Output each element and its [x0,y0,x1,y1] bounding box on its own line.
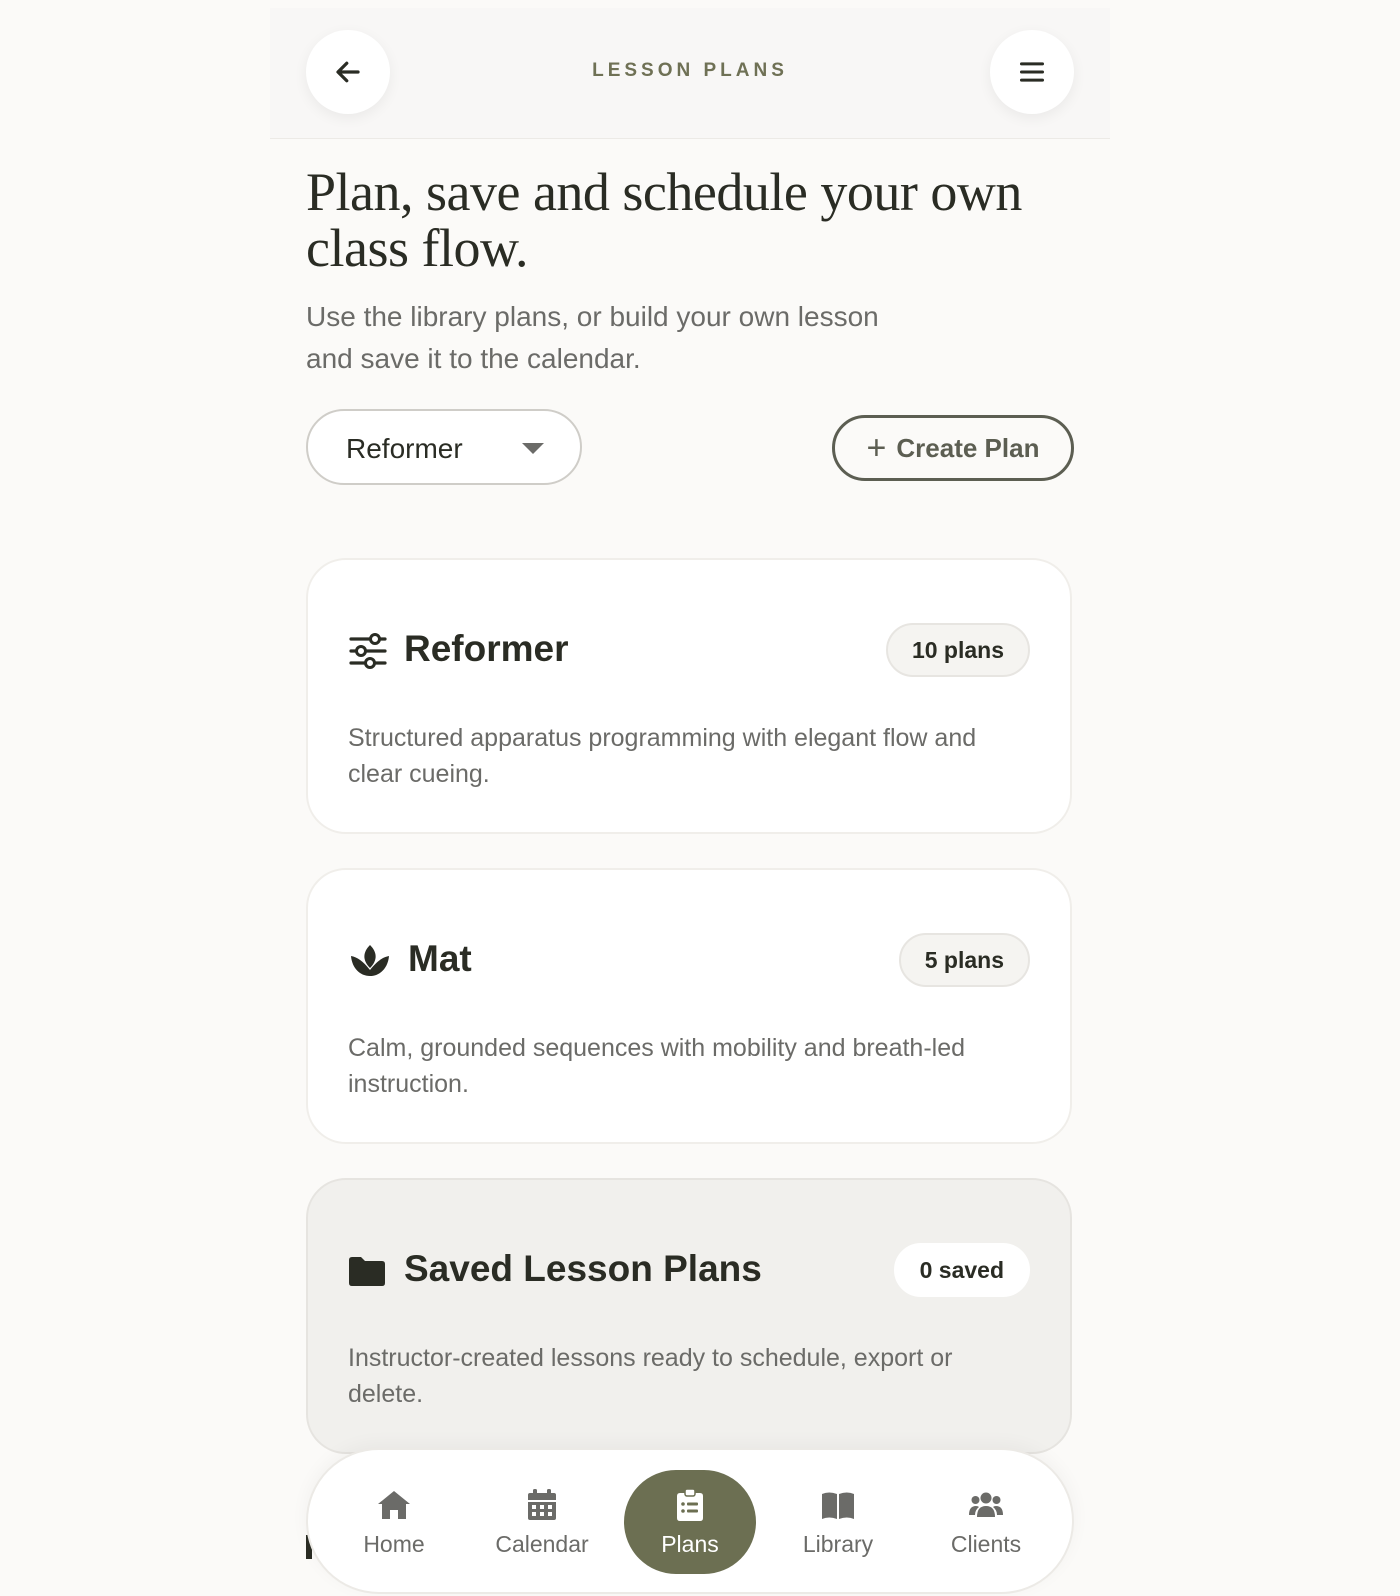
category-card-mat[interactable]: Mat 5 plans Calm, grounded sequences wit… [306,868,1072,1144]
card-description: Structured apparatus programming with el… [348,724,977,788]
saved-count-badge: 0 saved [893,1243,1030,1297]
nav-label: Calendar [495,1530,589,1557]
hero-subtitle: Use the library plans, or build your own… [306,301,879,374]
app-root: LESSON PLANS Plan, save and schedule you… [270,0,1110,1596]
nav-label: Clients [950,1530,1022,1557]
card-description: Instructor-created lessons ready to sche… [348,1344,953,1408]
plus-icon: + [866,429,887,467]
nav-label: Home [363,1530,425,1557]
calendar-icon [528,1488,556,1520]
discipline-select[interactable]: Reformer [306,409,582,485]
card-description: Calm, grounded sequences with mobility a… [348,1034,966,1098]
hamburger-menu-icon [1019,62,1045,82]
card-title: Reformer [404,628,569,669]
nav-label: Library [802,1530,874,1557]
nav-item-library[interactable]: Library [772,1470,904,1574]
create-plan-button[interactable]: + Create Plan [832,415,1074,481]
hero-title: Plan, save and schedule your own class f… [306,162,1022,278]
home-icon [378,1490,410,1519]
book-icon [822,1492,854,1519]
card-title: Mat [408,938,472,979]
create-plan-label: Create Plan [896,432,1040,463]
bottom-nav: Home Calendar Plans Library Clients [306,1448,1074,1594]
users-icon [969,1492,1003,1517]
nav-label: Plans [661,1530,719,1557]
nav-item-calendar[interactable]: Calendar [476,1470,608,1574]
menu-button[interactable] [990,30,1074,114]
nav-item-plans[interactable]: Plans [624,1470,756,1574]
caret-down-icon [522,443,544,454]
discipline-select-value: Reformer [346,433,463,464]
nav-item-home[interactable]: Home [328,1470,460,1574]
page-title: LESSON PLANS [592,60,788,81]
app-header: LESSON PLANS [270,8,1110,139]
card-title: Saved Lesson Plans [404,1248,762,1289]
sliders-icon [349,633,387,669]
plan-count-badge: 10 plans [885,623,1030,677]
folder-icon [349,1257,385,1286]
clipboard-icon [677,1487,703,1521]
lotus-icon [351,945,389,976]
category-card-reformer[interactable]: Reformer 10 plans Structured apparatus p… [306,558,1072,834]
category-card-saved[interactable]: Saved Lesson Plans 0 saved Instructor-cr… [306,1178,1072,1454]
plan-count-badge: 5 plans [898,933,1030,987]
nav-item-clients[interactable]: Clients [920,1470,1052,1574]
